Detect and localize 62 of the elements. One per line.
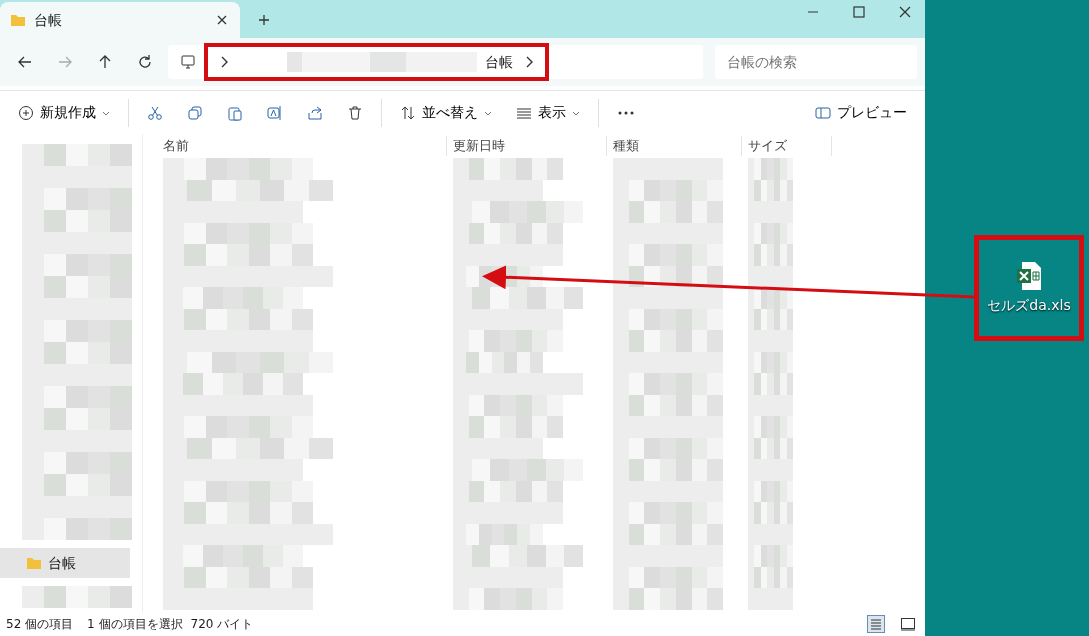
column-header[interactable]: 種類 <box>607 136 742 156</box>
plus-icon[interactable] <box>256 12 272 28</box>
pixelated-cell <box>748 480 793 502</box>
folder-icon <box>10 12 26 28</box>
pixelated-cell <box>748 545 793 567</box>
clipboard-icon <box>227 104 243 121</box>
pixelated-cell <box>748 394 793 416</box>
pixelated-cell <box>748 222 793 244</box>
left-arrow-icon <box>17 54 33 70</box>
refresh-icon <box>137 54 153 70</box>
up-arrow-icon <box>97 54 113 70</box>
selection-status: 1 個の項目を選択 <box>87 616 183 633</box>
right-arrow-icon <box>57 54 73 70</box>
pixelated-cell <box>748 588 793 610</box>
monitor-icon <box>180 54 196 70</box>
view-button[interactable]: 表示 <box>506 95 590 130</box>
pixelated-cell <box>748 416 793 438</box>
column-header[interactable]: 名前 <box>157 136 447 156</box>
highlighted-desktop-file[interactable]: セルズda.xls <box>974 235 1084 341</box>
address-bar[interactable]: 台帳 <box>168 45 703 79</box>
search-field[interactable]: 台帳の検索 <box>715 45 917 79</box>
details-view-icon[interactable] <box>867 615 885 633</box>
share-icon <box>307 104 323 121</box>
tab-title: 台帳 <box>34 10 63 30</box>
pixelated-cell <box>748 308 793 330</box>
new-button[interactable]: 新規作成 <box>8 95 120 130</box>
more-icon <box>617 109 635 116</box>
sort-button[interactable]: 並べ替え <box>390 95 502 130</box>
maximize-icon[interactable] <box>851 4 867 20</box>
pixelated-cell <box>748 158 793 180</box>
pixelated-cell <box>748 566 793 588</box>
preview-button[interactable]: プレビュー <box>805 95 917 130</box>
pixelated-cell <box>748 523 793 545</box>
selection-size: 720 バイト <box>190 616 254 633</box>
sort-icon <box>400 104 416 121</box>
trash-icon <box>347 104 363 121</box>
column-header[interactable]: サイズ <box>742 136 832 156</box>
folder-icon <box>26 555 42 571</box>
pixelated-cell <box>748 265 793 287</box>
pixelated-cell <box>748 201 793 223</box>
window-tab[interactable]: 台帳 <box>0 2 240 38</box>
file-label: セルズda.xls <box>987 295 1071 315</box>
pixelated-cell <box>748 244 793 266</box>
pixelated-cell <box>748 373 793 395</box>
spreadsheet-file-icon <box>1016 260 1042 291</box>
pixelated-cell <box>748 330 793 352</box>
sidebar-item[interactable]: 台帳 <box>0 548 130 578</box>
plus-circle-icon <box>18 104 34 121</box>
pixelated-cell <box>748 502 793 524</box>
pixelated-cell <box>748 351 793 373</box>
tiles-view-icon[interactable] <box>899 615 917 633</box>
pixelated-cell <box>748 179 793 201</box>
pixelated-cell <box>748 459 793 481</box>
column-header[interactable]: 更新日時 <box>447 136 607 156</box>
scissors-icon <box>147 104 163 121</box>
item-count: 52 個の項目 <box>6 616 74 633</box>
breadcrumb-folder[interactable]: 台帳 <box>485 51 513 73</box>
preview-pane-icon <box>815 104 831 121</box>
close-icon[interactable] <box>897 4 913 20</box>
copy-icon <box>187 104 203 121</box>
rename-icon <box>267 104 283 121</box>
pixelated-cell <box>748 437 793 459</box>
